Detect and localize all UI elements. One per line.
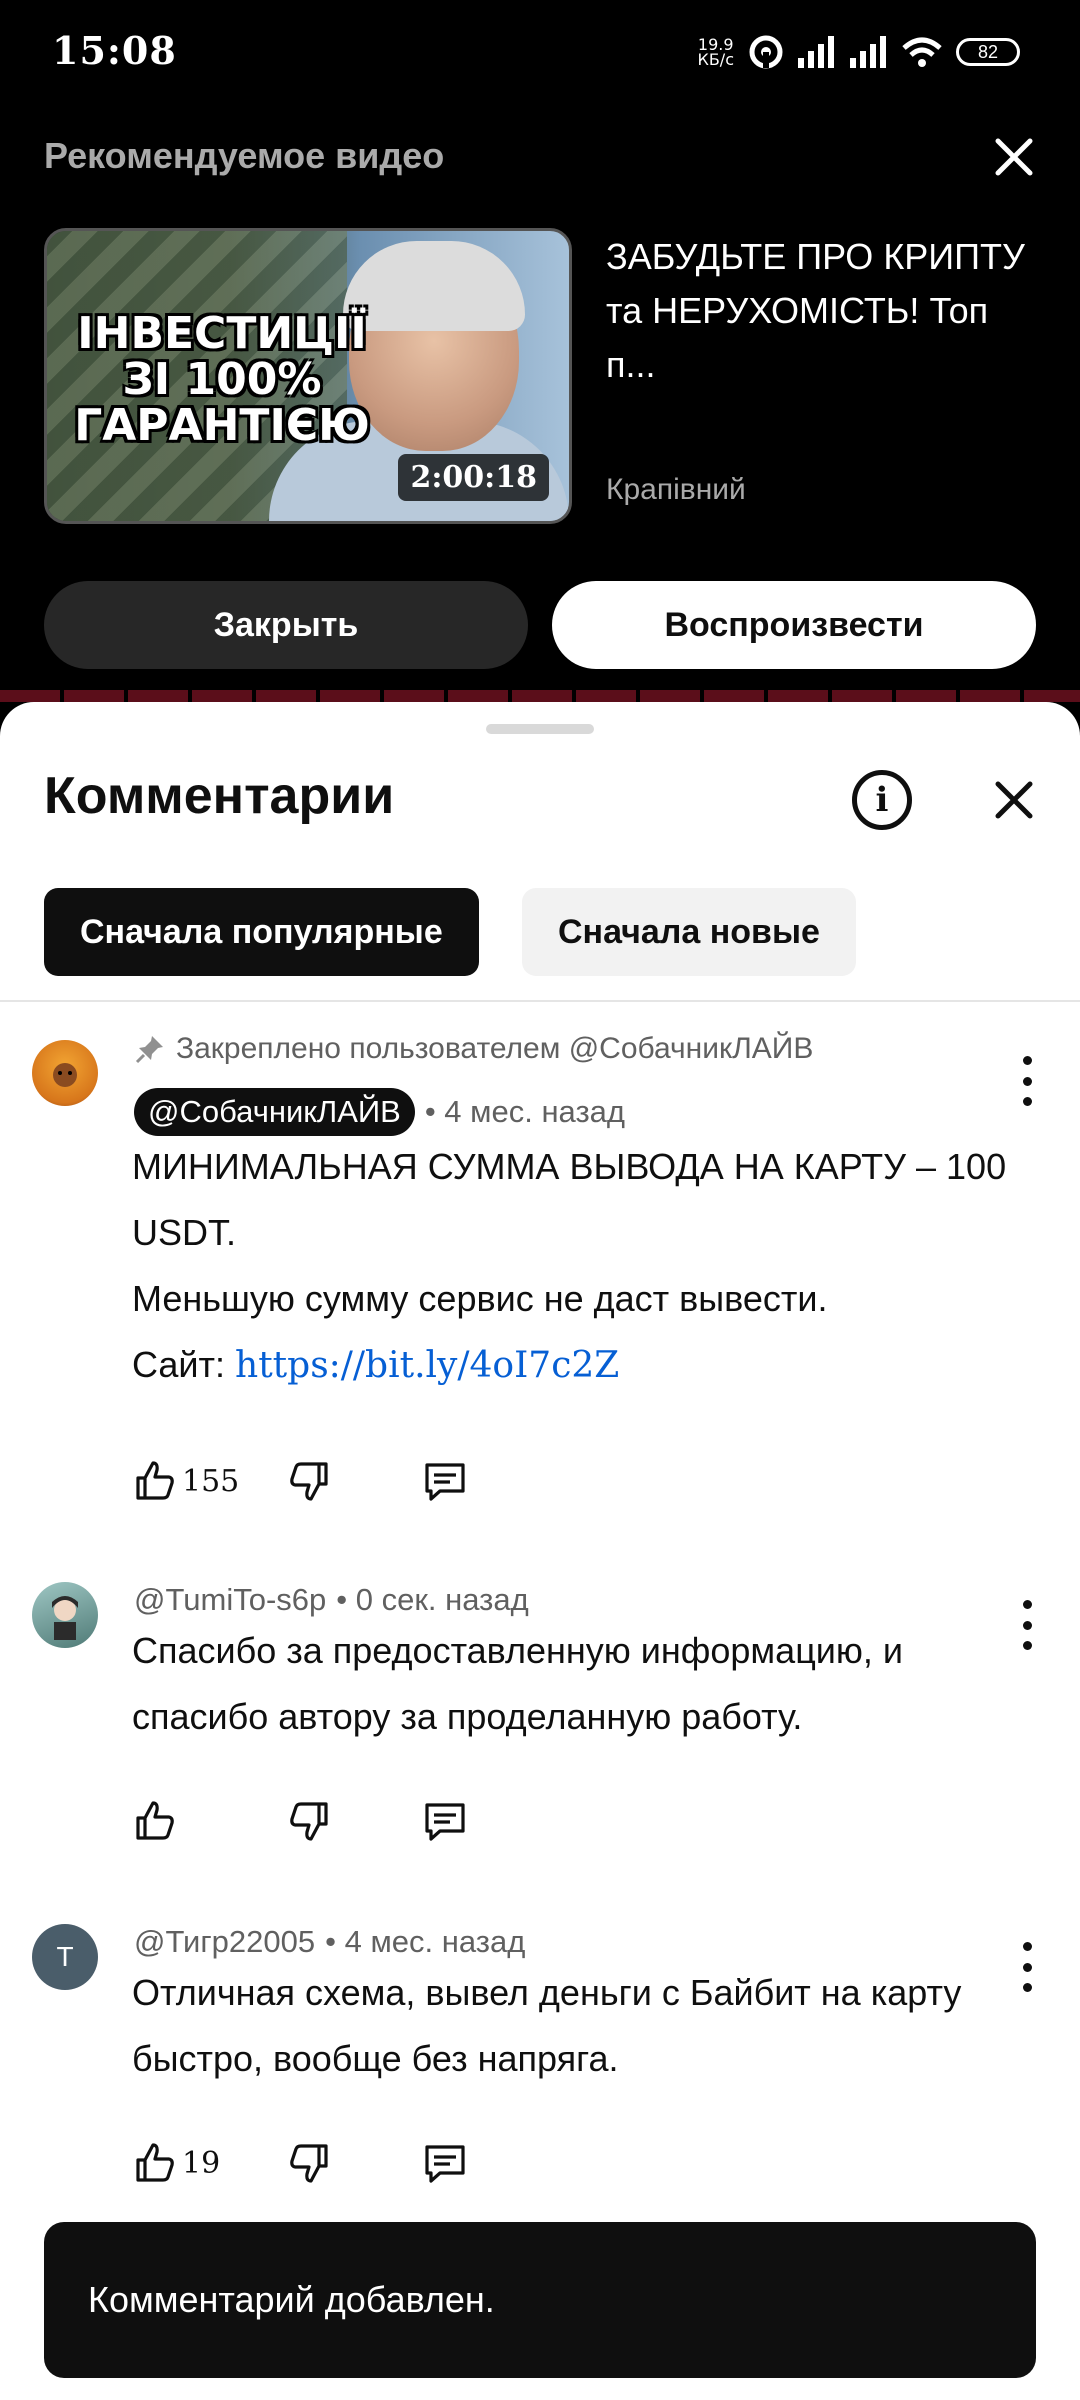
thumbs-down-icon: [290, 2144, 328, 2183]
divider: [0, 1000, 1080, 1002]
pin-icon: [135, 1036, 163, 1064]
comment-meta: @Тигр22005 • 4 мес. назад: [134, 1924, 525, 1960]
thumbs-up-icon: [136, 2143, 174, 2182]
net-speed: 19.9 КБ/с: [697, 35, 734, 69]
snackbar-message: Комментарий добавлен.: [88, 2279, 495, 2320]
like-count: 19: [182, 2145, 221, 2181]
info-icon[interactable]: i: [852, 770, 912, 830]
reply-icon: [425, 2145, 465, 2183]
reply-button[interactable]: [422, 1798, 468, 1844]
more-options-icon[interactable]: [1020, 1942, 1034, 1992]
status-time: 15:08: [52, 28, 177, 73]
reply-button[interactable]: [422, 2140, 468, 2186]
reply-icon: [425, 1803, 465, 1841]
snackbar: Комментарий добавлен.: [44, 2222, 1036, 2378]
sort-newest-chip[interactable]: Сначала новые: [522, 888, 856, 976]
comment-meta: @TumiTo-s6p • 0 сек. назад: [134, 1582, 529, 1618]
comments-sheet: Комментарии i Сначала популярные Сначала…: [0, 702, 1080, 2400]
like-button[interactable]: 155: [132, 1458, 286, 1504]
dislike-button[interactable]: [286, 1458, 422, 1504]
signal-icon-2: [850, 36, 886, 68]
status-bar: 15:08 19.9 КБ/с 82: [0, 0, 1080, 95]
wifi-icon: [902, 37, 942, 67]
anime-avatar-icon: [52, 1596, 78, 1640]
comments-title: Комментарии: [44, 767, 395, 825]
pinned-label: Закреплено пользователем @СобачникЛАЙВ: [134, 1032, 813, 1066]
comment-text: МИНИМАЛЬНАЯ СУММА ВЫВОДА НА КАРТУ – 100 …: [132, 1146, 1007, 1386]
like-count: 155: [182, 1463, 240, 1499]
dog-avatar-icon: [53, 1063, 77, 1087]
hotspot-icon: [749, 35, 783, 69]
close-button[interactable]: Закрыть: [44, 581, 528, 669]
avatar[interactable]: [32, 1040, 98, 1106]
like-button[interactable]: [132, 1798, 286, 1844]
avatar-letter: Т: [56, 1941, 74, 1972]
close-icon[interactable]: [992, 135, 1036, 179]
comment-actions: 19: [132, 2140, 468, 2186]
comment-author[interactable]: @Тигр22005: [134, 1924, 315, 1960]
dislike-button[interactable]: [286, 1798, 422, 1844]
comment-time: • 4 мес. назад: [325, 1924, 526, 1959]
comment-time: • 4 мес. назад: [424, 1094, 625, 1129]
comment-author[interactable]: @СобачникЛАЙВ: [134, 1088, 415, 1136]
video-progress-strip: [0, 690, 1080, 702]
avatar[interactable]: Т: [32, 1924, 98, 1990]
sort-popular-chip[interactable]: Сначала популярные: [44, 888, 479, 976]
thumbnail-headline: ІНВЕСТИЦІЇ ЗІ 100% ГАРАНТІЄЮ: [74, 308, 370, 451]
signal-icon: [798, 36, 834, 68]
drag-handle[interactable]: [486, 724, 594, 734]
comment-text: Спасибо за предоставленную информацию, и…: [132, 1630, 904, 1737]
comment-meta: @СобачникЛАЙВ • 4 мес. назад: [134, 1088, 625, 1136]
recommended-video-panel: Рекомендуемое видео ІНВЕСТИЦІЇ ЗІ 100% Г…: [0, 95, 1080, 700]
recommended-channel[interactable]: Крапівний: [606, 473, 746, 507]
comment-time: • 0 сек. назад: [336, 1582, 529, 1617]
video-thumbnail[interactable]: ІНВЕСТИЦІЇ ЗІ 100% ГАРАНТІЄЮ 2:00:18: [44, 228, 572, 524]
thumbs-down-icon: [290, 1802, 328, 1841]
reply-button[interactable]: [422, 1458, 468, 1504]
thumbs-up-icon: [136, 1801, 174, 1840]
play-button[interactable]: Воспроизвести: [552, 581, 1036, 669]
recommended-header: Рекомендуемое видео: [44, 135, 445, 176]
dislike-button[interactable]: [286, 2140, 422, 2186]
close-icon[interactable]: [992, 778, 1036, 822]
recommended-video-title[interactable]: ЗАБУДЬТЕ ПРО КРИПТУ та НЕРУХОМІСТЬ! Топ …: [606, 230, 1046, 392]
like-button[interactable]: 19: [132, 2140, 286, 2186]
video-duration: 2:00:18: [398, 454, 549, 501]
avatar[interactable]: [32, 1582, 98, 1648]
status-icons: 19.9 КБ/с 82: [697, 34, 1020, 70]
battery-icon: 82: [956, 38, 1020, 66]
comment-actions: 155: [132, 1458, 468, 1504]
more-options-icon[interactable]: [1020, 1056, 1034, 1106]
more-options-icon[interactable]: [1020, 1600, 1034, 1650]
thumbs-down-icon: [290, 1462, 328, 1501]
comment-actions: [132, 1798, 468, 1844]
thumbs-up-icon: [136, 1461, 174, 1500]
comment-link[interactable]: https://bit.ly/4oI7c2Z: [235, 1345, 619, 1386]
comment-text: Отличная схема, вывел деньги с Байбит на…: [132, 1972, 962, 2079]
reply-icon: [425, 1463, 465, 1501]
comment-author[interactable]: @TumiTo-s6p: [134, 1582, 326, 1618]
